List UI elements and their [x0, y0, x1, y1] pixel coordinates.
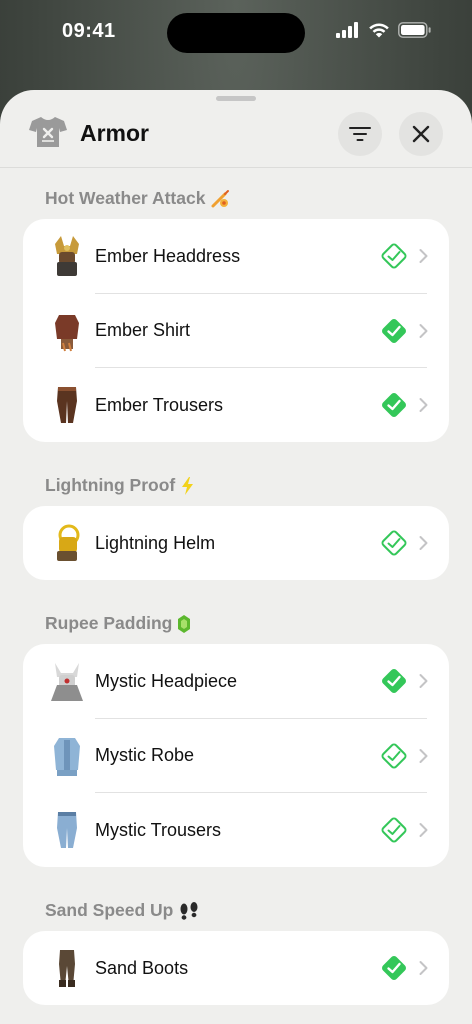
section-title-hot-weather-attack: Hot Weather Attack: [45, 188, 232, 209]
list-item-label: Ember Headdress: [95, 245, 241, 266]
section-title-lightning-proof: Lightning Proof: [45, 475, 196, 496]
mystic-headpiece-thumbnail: [51, 663, 83, 702]
mystic-trousers-thumbnail: [57, 812, 77, 849]
flame-sword-icon: [211, 189, 230, 207]
section-card-hot-weather-attack: Ember Headdress Ember Shirt Ember Trouse…: [23, 219, 449, 442]
armor-sheet: Armor Hot Weather Attack Ember Headdress…: [0, 90, 472, 1024]
checkbox-unchecked-icon[interactable]: [379, 528, 409, 558]
chevron-right-icon[interactable]: [419, 748, 428, 763]
rupee-icon: [178, 614, 191, 633]
list-item-ember-shirt[interactable]: Ember Shirt: [23, 294, 449, 368]
cellular-signal-icon: [336, 22, 358, 38]
filter-icon: [349, 127, 371, 141]
list-item-label: Ember Shirt: [95, 320, 191, 341]
list-item-label: Mystic Headpiece: [95, 670, 238, 691]
section-card-sand-speed-up: Sand Boots: [23, 931, 449, 1005]
checkbox-checked-icon[interactable]: [379, 316, 409, 346]
section-title-label: Hot Weather Attack: [45, 188, 206, 208]
wifi-icon: [369, 23, 389, 38]
chevron-right-icon[interactable]: [419, 961, 428, 976]
chevron-right-icon[interactable]: [419, 536, 428, 551]
list-item-ember-headdress[interactable]: Ember Headdress: [23, 219, 449, 294]
list-item-mystic-robe[interactable]: Mystic Robe: [23, 719, 449, 793]
ember-headdress-thumbnail: [55, 236, 79, 277]
list-item-mystic-headpiece[interactable]: Mystic Headpiece: [23, 644, 449, 719]
filter-button[interactable]: [338, 112, 382, 156]
status-bar: 09:41: [0, 0, 472, 64]
list-item-sand-boots[interactable]: Sand Boots: [23, 931, 449, 1006]
status-time: 09:41: [62, 20, 116, 42]
checkbox-unchecked-icon[interactable]: [379, 815, 409, 845]
chevron-right-icon[interactable]: [419, 249, 428, 264]
chevron-right-icon[interactable]: [419, 823, 428, 838]
list-item-mystic-trousers[interactable]: Mystic Trousers: [23, 793, 449, 868]
status-icons: [336, 22, 432, 38]
checkbox-unchecked-icon[interactable]: [379, 241, 409, 271]
checkbox-checked-icon[interactable]: [379, 666, 409, 696]
list-item-label: Sand Boots: [95, 957, 189, 978]
footprints-icon: [180, 901, 198, 920]
list-item-lightning-helm[interactable]: Lightning Helm: [23, 506, 449, 581]
list-item-label: Mystic Trousers: [95, 819, 222, 840]
chevron-right-icon[interactable]: [419, 323, 428, 338]
dynamic-island: [167, 13, 305, 53]
section-title-sand-speed-up: Sand Speed Up: [45, 900, 200, 921]
close-button[interactable]: [399, 112, 443, 156]
battery-icon: [398, 22, 431, 38]
section-title-rupee-padding: Rupee Padding: [45, 613, 191, 634]
section-title-label: Sand Speed Up: [45, 900, 174, 920]
checkbox-unchecked-icon[interactable]: [379, 741, 409, 771]
chevron-right-icon[interactable]: [419, 398, 428, 413]
sand-boots-thumbnail: [59, 950, 75, 988]
checkbox-checked-icon[interactable]: [379, 390, 409, 420]
section-card-rupee-padding: Mystic Headpiece Mystic Robe Mystic Trou…: [23, 644, 449, 867]
chevron-right-icon[interactable]: [419, 674, 428, 689]
shirt-icon: [29, 117, 67, 147]
close-icon: [412, 125, 430, 143]
lightning-helm-thumbnail: [57, 524, 80, 562]
section-card-lightning-proof: Lightning Helm: [23, 506, 449, 580]
page-title: Armor: [80, 120, 150, 146]
list-item-label: Ember Trousers: [95, 394, 224, 415]
lightning-icon: [182, 476, 194, 495]
sheet-header: Armor: [0, 90, 472, 168]
ember-shirt-thumbnail: [55, 314, 79, 351]
ember-trousers-thumbnail: [57, 387, 77, 424]
checkbox-checked-icon[interactable]: [379, 953, 409, 983]
section-title-label: Lightning Proof: [45, 475, 176, 495]
list-item-ember-trousers[interactable]: Ember Trousers: [23, 368, 449, 443]
section-title-label: Rupee Padding: [45, 613, 173, 633]
mystic-robe-thumbnail: [54, 737, 80, 776]
list-item-label: Lightning Helm: [95, 532, 216, 553]
list-item-label: Mystic Robe: [95, 745, 195, 766]
